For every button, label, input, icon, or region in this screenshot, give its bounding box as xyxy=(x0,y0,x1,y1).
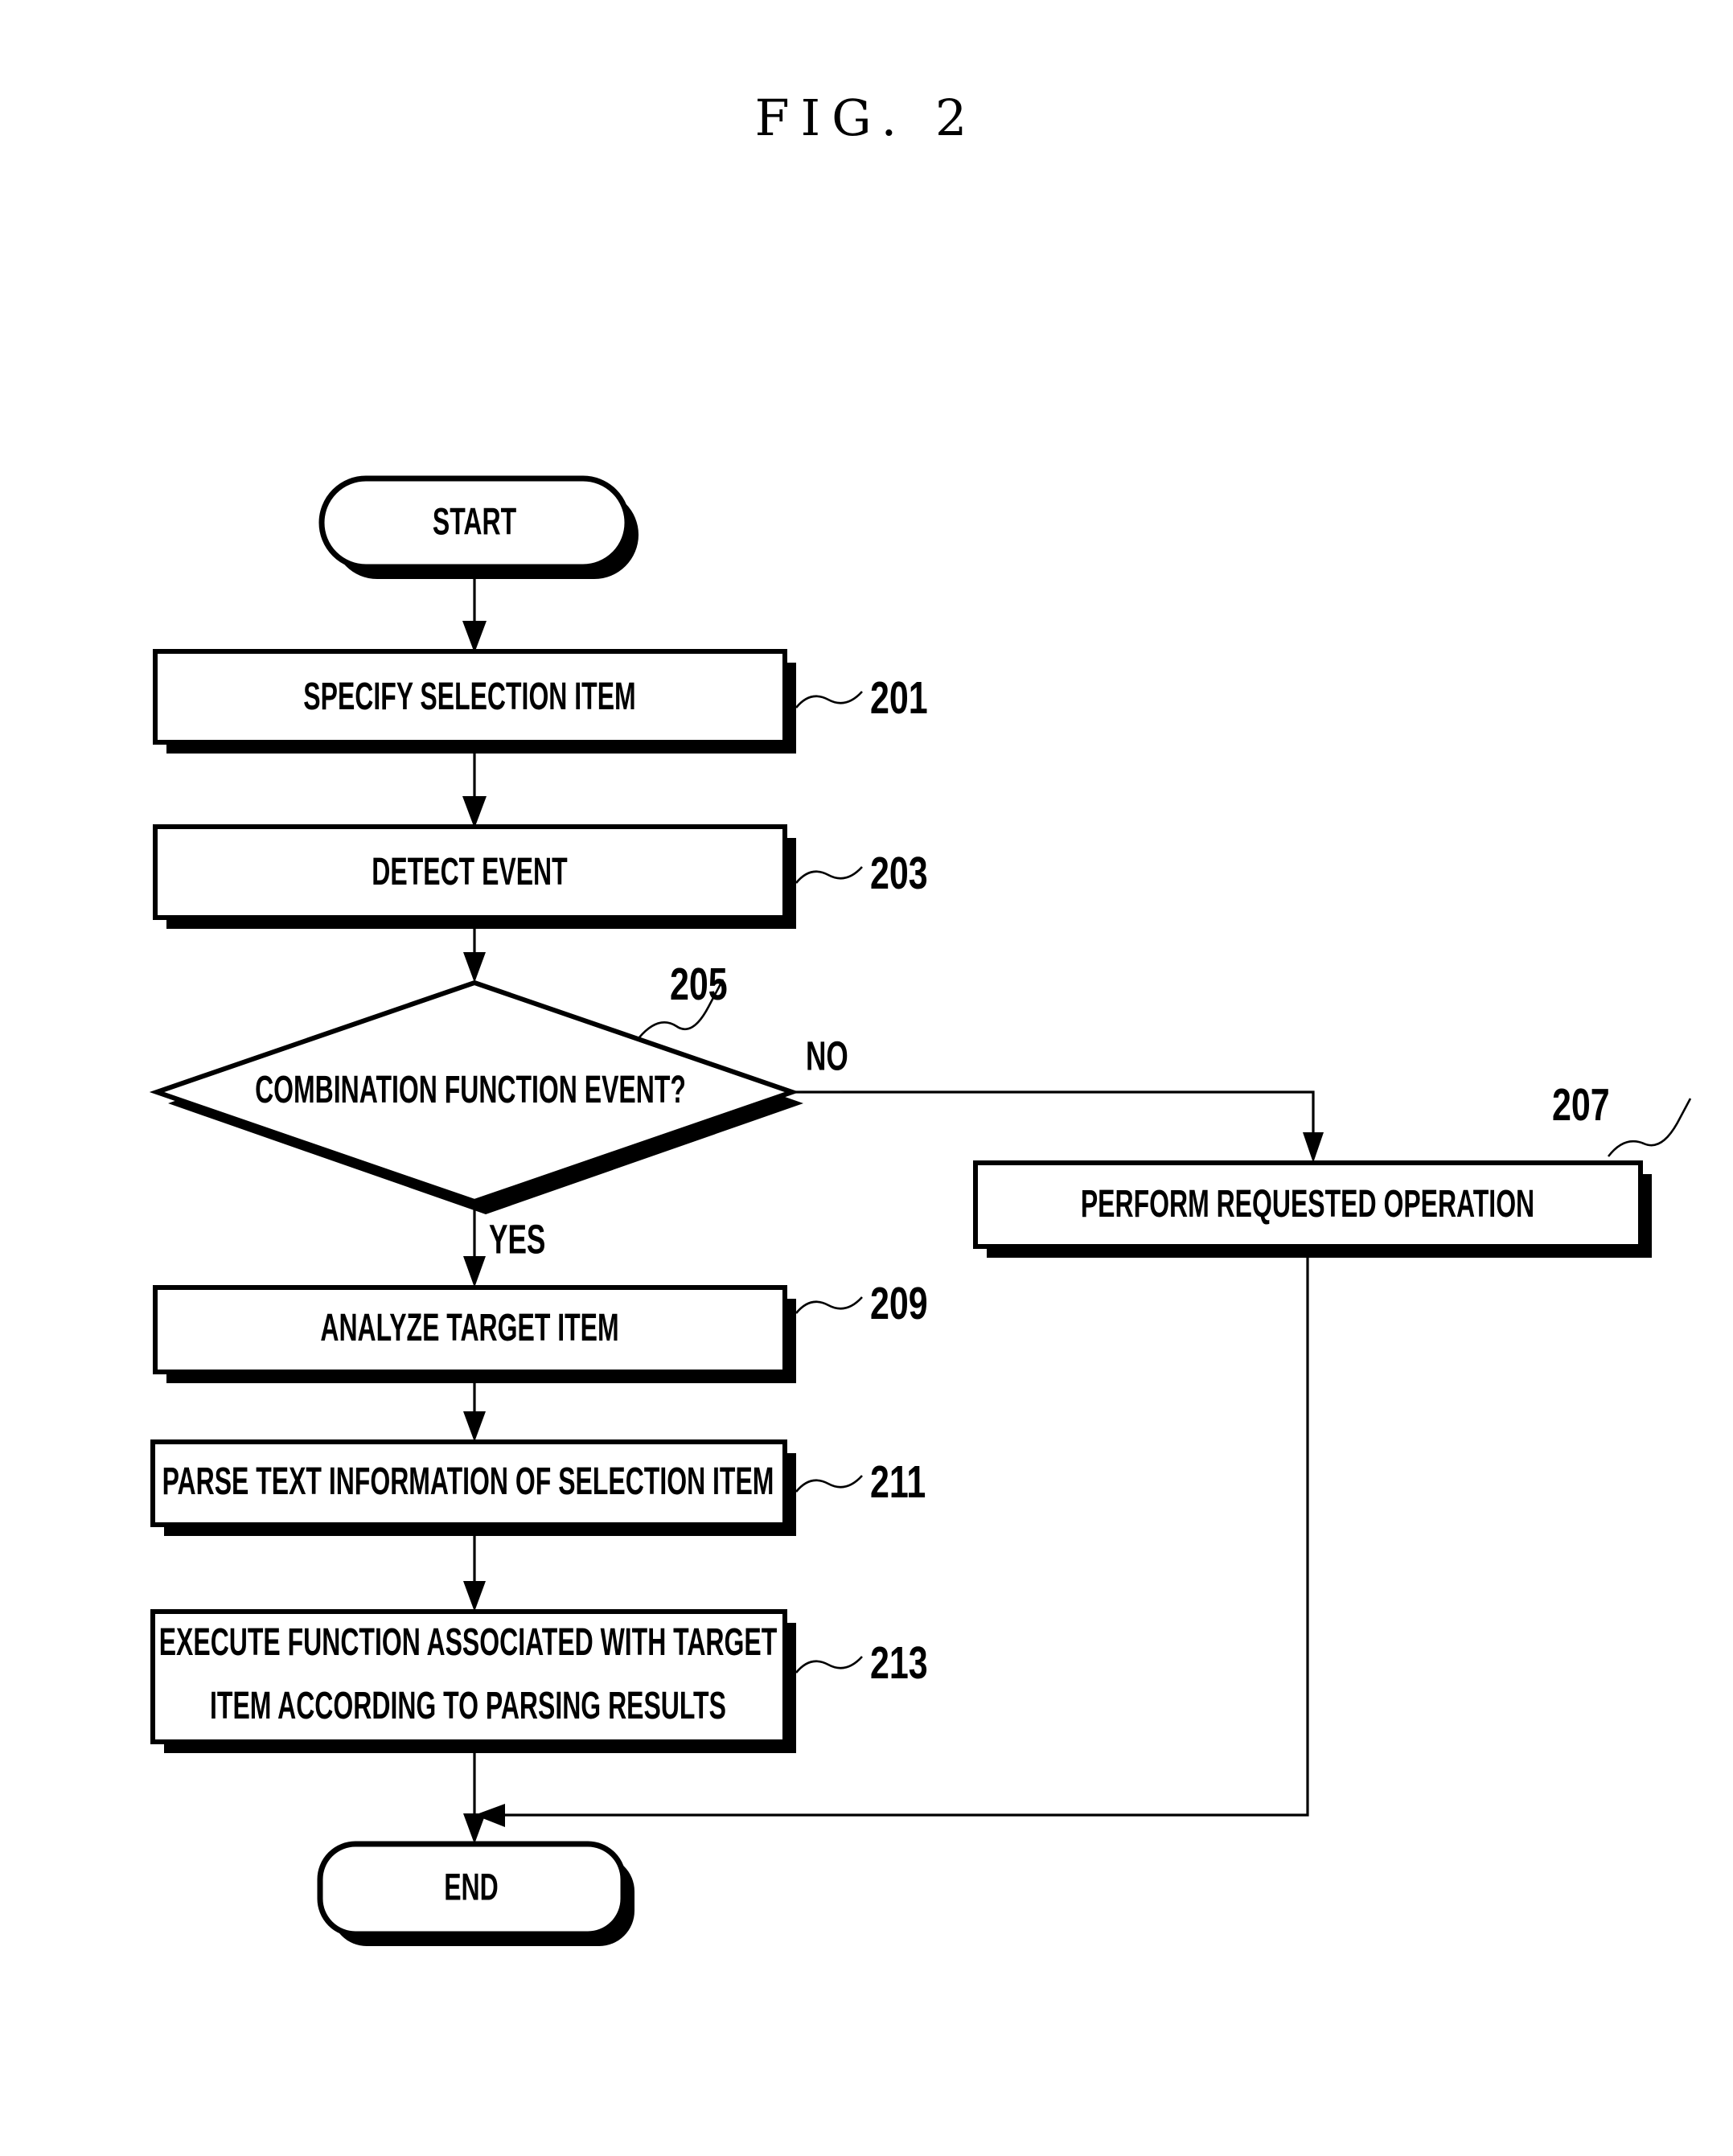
box-207-label: PERFORM REQUESTED OPERATION xyxy=(1081,1181,1534,1225)
edge-label-yes: YES xyxy=(489,1217,545,1263)
edge-205-no-to-207: NO xyxy=(792,1033,1324,1163)
ref-numeral-207: 207 xyxy=(1552,1078,1610,1130)
node-execute-function: EXECUTE FUNCTION ASSOCIATED WITH TARGET … xyxy=(150,1609,928,1753)
start-label: START xyxy=(433,499,517,543)
box-213-label-line2: ITEM ACCORDING TO PARSING RESULTS xyxy=(210,1683,726,1727)
node-end: END xyxy=(317,1841,634,1946)
figure-root: FIG. 2 START SPECIFY SELECTION ITEM 201 xyxy=(0,0,1733,2156)
node-combination-function-event: COMBINATION FUNCTION EVENT? 205 xyxy=(149,958,803,1214)
ref-numeral-209: 209 xyxy=(870,1277,928,1329)
ref-numeral-201: 201 xyxy=(870,671,928,723)
ref-numeral-211: 211 xyxy=(870,1456,926,1507)
edge-213-to-end xyxy=(463,1742,486,1844)
edge-label-no: NO xyxy=(806,1033,848,1079)
node-specify-selection-item: SPECIFY SELECTION ITEM 201 xyxy=(153,649,928,754)
ref-numeral-213: 213 xyxy=(870,1637,928,1688)
end-label: END xyxy=(444,1865,499,1908)
box-201-label: SPECIFY SELECTION ITEM xyxy=(303,674,635,717)
ref-numeral-205: 205 xyxy=(670,958,728,1009)
box-203-label: DETECT EVENT xyxy=(372,849,567,893)
edge-201-to-203 xyxy=(462,742,487,828)
edge-start-to-201 xyxy=(462,567,487,653)
box-211-label: PARSE TEXT INFORMATION OF SELECTION ITEM xyxy=(162,1459,774,1502)
box-213-label-line1: EXECUTE FUNCTION ASSOCIATED WITH TARGET xyxy=(159,1620,778,1663)
box-209-label: ANALYZE TARGET ITEM xyxy=(320,1305,618,1349)
diamond-205-label: COMBINATION FUNCTION EVENT? xyxy=(255,1067,686,1111)
edge-205-yes-to-209: YES xyxy=(463,1201,545,1287)
ref-numeral-203: 203 xyxy=(870,847,928,898)
node-start: START xyxy=(318,475,639,579)
node-parse-text-information: PARSE TEXT INFORMATION OF SELECTION ITEM… xyxy=(150,1439,926,1536)
node-detect-event: DETECT EVENT 203 xyxy=(153,824,928,929)
node-perform-requested-operation: PERFORM REQUESTED OPERATION 207 xyxy=(973,1078,1692,1258)
flowchart-diagram: START SPECIFY SELECTION ITEM 201 DETECT … xyxy=(149,475,1692,1946)
edge-211-to-213 xyxy=(463,1525,486,1612)
node-analyze-target-item: ANALYZE TARGET ITEM 209 xyxy=(153,1277,928,1383)
